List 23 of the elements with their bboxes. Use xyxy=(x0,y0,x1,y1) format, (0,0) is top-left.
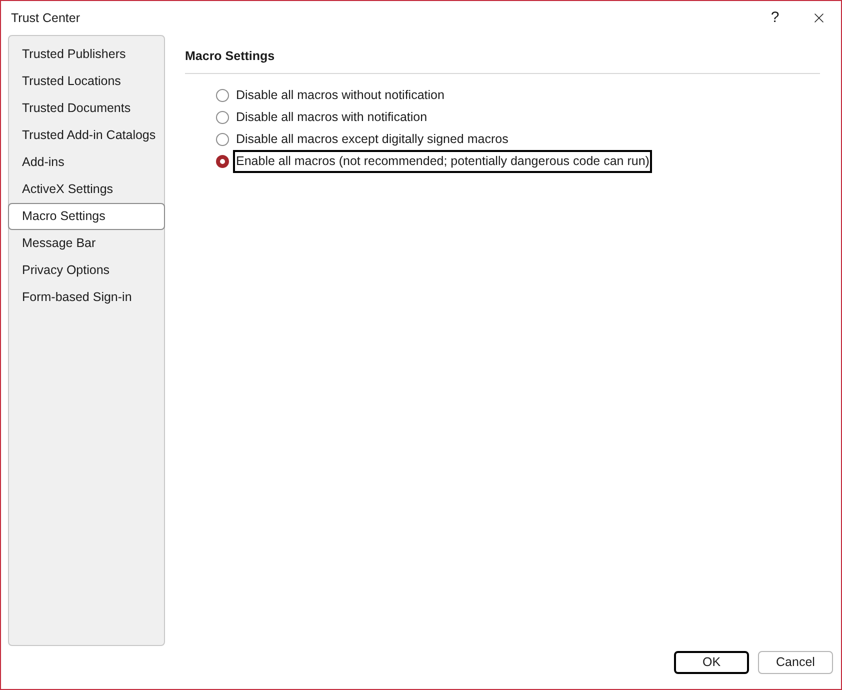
section-title: Macro Settings xyxy=(185,48,276,65)
window-title: Trust Center xyxy=(11,10,82,27)
radio-button[interactable] xyxy=(216,88,229,102)
sidebar-item[interactable]: Message Bar xyxy=(9,230,164,257)
sidebar-item[interactable]: ActiveX Settings xyxy=(9,176,164,203)
radio-label[interactable]: Enable all macros (not recommended; potentially dangerous code can run) xyxy=(233,150,652,173)
help-button[interactable]: ? xyxy=(753,2,797,34)
radio-button[interactable] xyxy=(216,132,229,146)
sidebar-item[interactable]: Macro Settings xyxy=(8,203,165,230)
dialog-button[interactable]: OK xyxy=(674,651,749,674)
radio-label[interactable]: Disable all macros except digitally signed macros xyxy=(233,128,512,151)
sidebar-item[interactable]: Trusted Add-in Catalogs xyxy=(9,122,164,149)
radio-button[interactable] xyxy=(216,110,229,124)
sidebar-item[interactable]: Trusted Locations xyxy=(9,68,164,95)
sidebar-item[interactable]: Privacy Options xyxy=(9,257,164,284)
radio-label[interactable]: Disable all macros with notification xyxy=(233,106,430,129)
radio-button[interactable] xyxy=(216,154,229,168)
sidebar-item[interactable]: Form-based Sign-in xyxy=(9,284,164,311)
radio-label[interactable]: Disable all macros without notification xyxy=(233,84,448,107)
dialog-button[interactable]: Cancel xyxy=(758,651,833,674)
sidebar-item[interactable]: Add-ins xyxy=(9,149,164,176)
sidebar-item[interactable]: Trusted Publishers xyxy=(9,41,164,68)
sidebar-item[interactable]: Trusted Documents xyxy=(9,95,164,122)
